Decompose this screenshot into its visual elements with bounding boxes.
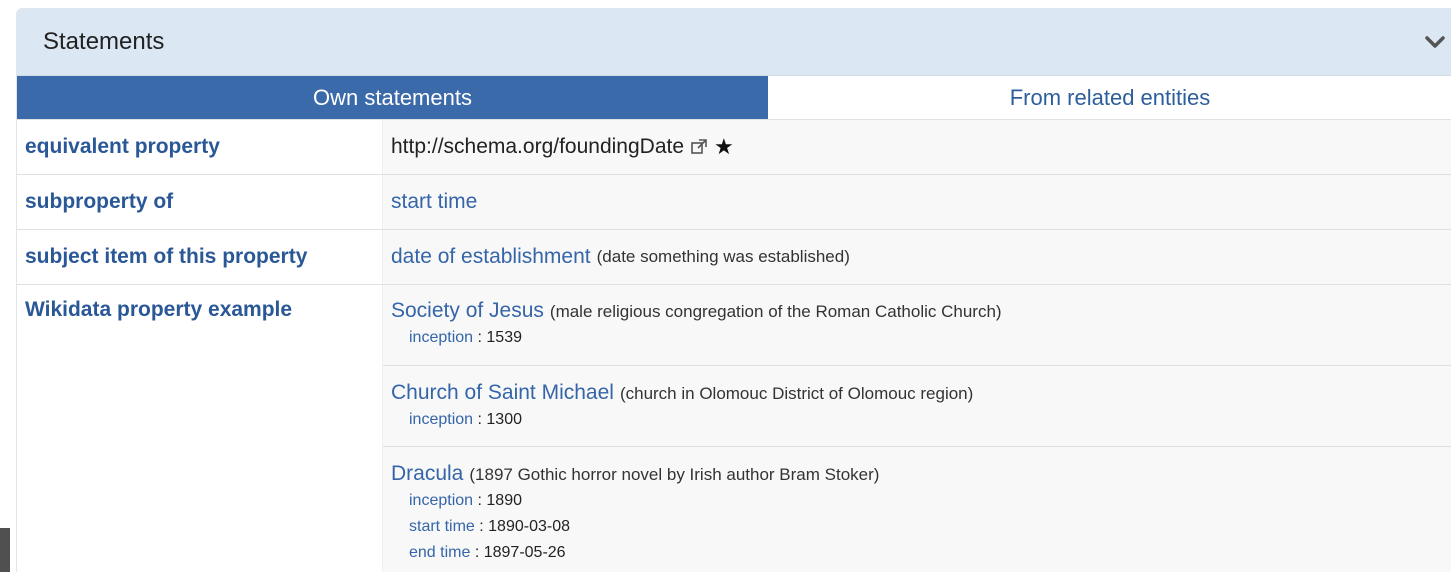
property-label-subject-item[interactable]: subject item of this property	[17, 230, 382, 284]
qualifier-key[interactable]: end time	[409, 544, 470, 561]
qualifier: start time : 1890-03-08	[391, 514, 1451, 540]
qualifier-value: 1897-05-26	[483, 544, 566, 561]
star-icon[interactable]: ★	[714, 134, 734, 160]
qualifier-separator: :	[470, 544, 484, 561]
example-line: Church of Saint Michael (church in Olomo…	[391, 380, 1451, 407]
panel-title: Statements	[43, 28, 165, 55]
chevron-down-icon[interactable]	[1424, 31, 1446, 53]
item-link[interactable]: Dracula	[391, 461, 463, 487]
item-link[interactable]: start time	[391, 190, 477, 214]
qualifier-key[interactable]: inception	[409, 492, 473, 509]
statement-row-examples: Wikidata property example Society of Jes…	[17, 285, 1451, 572]
page: Statements Own statements From related e…	[0, 0, 1451, 572]
item-description: (church in Olomouc District of Olomouc r…	[619, 384, 974, 403]
qualifier-value: 1890	[486, 492, 522, 509]
item-link[interactable]: Society of Jesus	[391, 298, 544, 324]
external-url[interactable]: http://schema.org/foundingDate	[391, 135, 684, 159]
qualifier-separator: :	[473, 411, 487, 428]
tab-own-statements[interactable]: Own statements	[17, 76, 768, 119]
statements-panel: Statements Own statements From related e…	[16, 8, 1451, 572]
item-link[interactable]: Church of Saint Michael	[391, 380, 614, 406]
example-list: Society of Jesus (male religious congreg…	[382, 285, 1451, 572]
qualifier-value: 1539	[486, 329, 522, 346]
statement-row: subject item of this property date of es…	[17, 230, 1451, 285]
window-edge	[0, 528, 10, 572]
item-description: (male religious congregation of the Roma…	[549, 302, 1002, 321]
statement-row: subproperty of start time	[17, 175, 1451, 230]
item-description: (date something was established)	[596, 247, 850, 266]
qualifier: inception : 1300	[391, 407, 1451, 433]
qualifier: end time : 1897-05-26	[391, 540, 1451, 566]
example-item: Church of Saint Michael (church in Olomo…	[383, 366, 1451, 447]
qualifier-value: 1300	[486, 411, 522, 428]
statement-value: http://schema.org/foundingDate ★	[382, 120, 1451, 174]
qualifier-separator: :	[473, 492, 487, 509]
example-line: Dracula (1897 Gothic horror novel by Iri…	[391, 461, 1451, 488]
qualifier-value: 1890-03-08	[488, 518, 570, 535]
statement-value: date of establishment (date something wa…	[382, 230, 1451, 284]
example-line: Society of Jesus (male religious congreg…	[391, 298, 1451, 325]
property-label-wikidata-property-example[interactable]: Wikidata property example	[17, 285, 382, 572]
item-description: (1897 Gothic horror novel by Irish autho…	[469, 465, 880, 484]
qualifier: inception : 1890	[391, 488, 1451, 514]
property-label-subproperty-of[interactable]: subproperty of	[17, 175, 382, 229]
tab-bar: Own statements From related entities	[17, 76, 1451, 120]
statement-value: start time	[382, 175, 1451, 229]
statement-row: equivalent property http://schema.org/fo…	[17, 120, 1451, 175]
qualifier: inception : 1539	[391, 325, 1451, 351]
qualifier-separator: :	[473, 329, 487, 346]
panel-header[interactable]: Statements	[17, 9, 1451, 76]
example-item: Society of Jesus (male religious congreg…	[383, 285, 1451, 366]
item-link[interactable]: date of establishment	[391, 245, 591, 269]
qualifier-key[interactable]: inception	[409, 411, 473, 428]
property-label-equivalent-property[interactable]: equivalent property	[17, 120, 382, 174]
qualifier-key[interactable]: start time	[409, 518, 475, 535]
external-link-icon[interactable]	[690, 138, 708, 156]
qualifier-key[interactable]: inception	[409, 329, 473, 346]
tab-from-related-entities[interactable]: From related entities	[768, 76, 1451, 119]
example-item: Dracula (1897 Gothic horror novel by Iri…	[383, 447, 1451, 572]
qualifier-separator: :	[474, 518, 489, 535]
